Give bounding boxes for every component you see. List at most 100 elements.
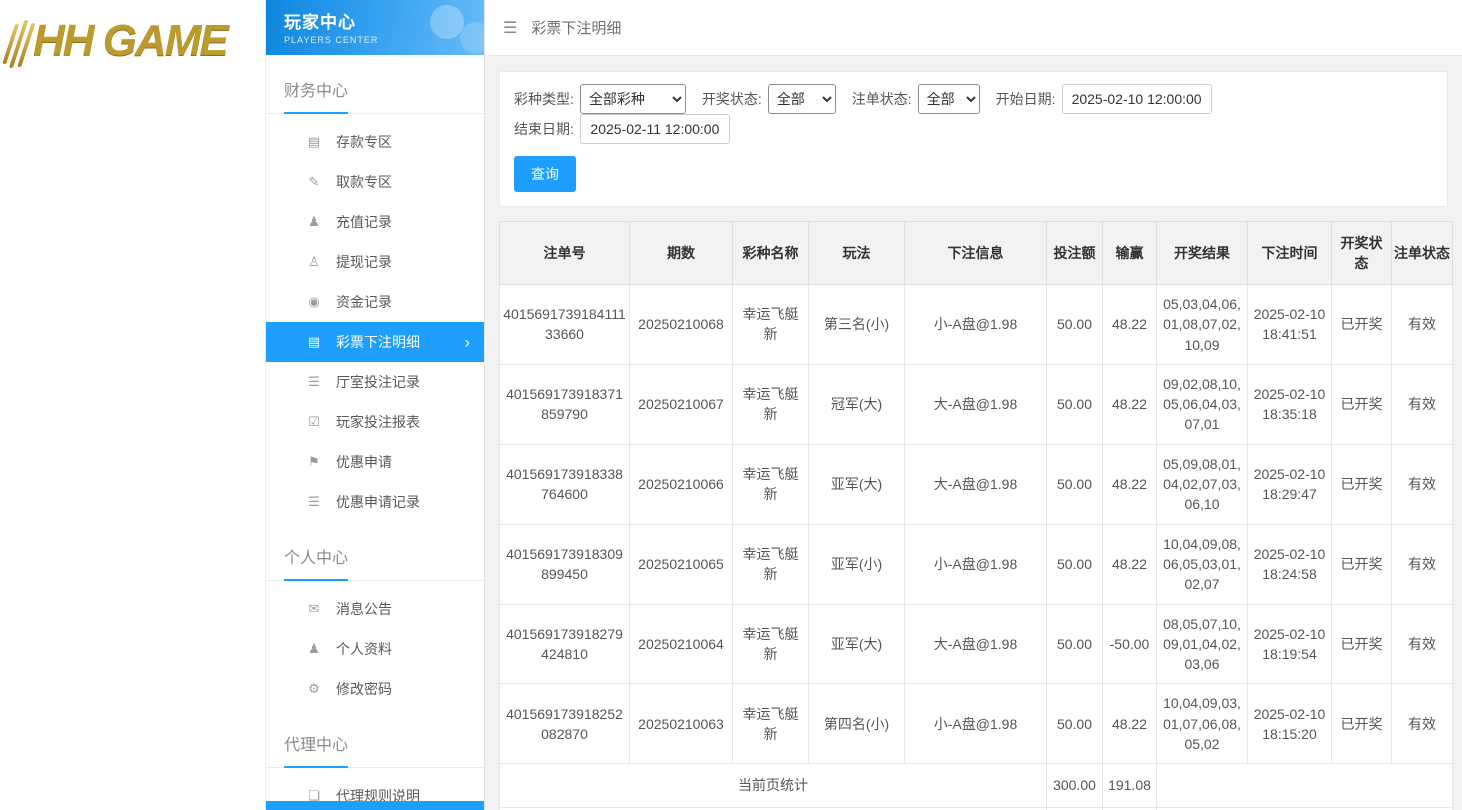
bet-info-cell: 大-A盘@1.98 <box>905 604 1047 684</box>
bet-time-cell: 2025-02-10 18:29:47 <box>1248 444 1332 524</box>
order-status-cell: 有效 <box>1392 684 1453 764</box>
start-date-input[interactable] <box>1062 84 1212 114</box>
sidebar-item-label: 修改密码 <box>336 679 392 699</box>
sidebar-item-change-password[interactable]: ⚙ 修改密码 <box>266 669 484 709</box>
sidebar-item-label: 资金记录 <box>336 292 392 312</box>
filter-row: 彩种类型: 全部彩种 开奖状态: 全部 注单状态: <box>514 84 1433 144</box>
bet-time-cell: 2025-02-10 18:15:20 <box>1248 684 1332 764</box>
sidebar: 玩家中心 PLAYERS CENTER 财务中心 ▤存款专区✎取款专区♟充值记录♙… <box>265 0 485 810</box>
sidebar-item-lottery-bet-details[interactable]: ▤彩票下注明细› <box>266 322 484 362</box>
bet-info-cell: 大-A盘@1.98 <box>905 444 1047 524</box>
sidebar-header: 玩家中心 PLAYERS CENTER <box>266 0 484 55</box>
sidebar-item-recharge-records[interactable]: ♟充值记录 <box>266 202 484 242</box>
nav-section-title: 代理中心 <box>266 721 484 768</box>
funds-records-icon: ◉ <box>306 294 322 310</box>
bet-time-cell: 2025-02-10 18:35:18 <box>1248 364 1332 444</box>
sidebar-item-withdrawal-records[interactable]: ♙提现记录 <box>266 242 484 282</box>
column-header: 期数 <box>630 222 733 285</box>
order-status-cell: 有效 <box>1392 285 1453 365</box>
sidebar-title: 玩家中心 <box>284 8 484 33</box>
win-loss-cell: -50.00 <box>1103 604 1157 684</box>
content: 彩种类型: 全部彩种 开奖状态: 全部 注单状态: <box>485 56 1462 810</box>
main-area: ☰ 彩票下注明细 彩种类型: 全部彩种 开奖状态: 全部 <box>485 0 1462 810</box>
lottery-type-label: 彩种类型: <box>514 89 574 109</box>
period-cell: 20250210063 <box>630 684 733 764</box>
hamburger-menu-icon[interactable]: ☰ <box>503 18 517 38</box>
sidebar-item-hall-bet-records[interactable]: ☰厅室投注记录 <box>266 362 484 402</box>
sidebar-item-label: 代理规则说明 <box>336 786 420 806</box>
summary-win-loss-cell: 191.08 <box>1103 764 1157 807</box>
sidebar-item-funds-records[interactable]: ◉ 资金记录 <box>266 282 484 322</box>
amount-cell: 50.00 <box>1047 285 1103 365</box>
period-cell: 20250210064 <box>630 604 733 684</box>
play-cell: 第四名(小) <box>809 684 905 764</box>
draw-status-cell: 已开奖 <box>1332 285 1392 365</box>
win-loss-cell: 48.22 <box>1103 364 1157 444</box>
bet-id-cell: 401569173918309899450 <box>500 524 630 604</box>
sidebar-item-label: 彩票下注明细 <box>336 332 420 352</box>
lottery-cell: 幸运飞艇新 <box>733 684 809 764</box>
sidebar-nav: 财务中心 ▤存款专区✎取款专区♟充值记录♙提现记录 ◉ 资金记录 ▤彩票下注明细›☰厅室… <box>266 55 484 810</box>
bet-info-cell: 小-A盘@1.98 <box>905 684 1047 764</box>
lottery-type-filter: 彩种类型: 全部彩种 <box>514 84 686 114</box>
sidebar-item-label: 个人资料 <box>336 639 392 659</box>
column-header: 下注时间 <box>1248 222 1332 285</box>
order-status-cell: 有效 <box>1392 364 1453 444</box>
table-body: 40156917391841113366020250210068幸运飞艇新第三名… <box>500 285 1453 810</box>
table-header-row: 注单号期数彩种名称玩法下注信息投注额输赢开奖结果下注时间开奖状态注单状态 <box>500 222 1453 285</box>
nav-section-title: 财务中心 <box>266 67 484 114</box>
order-status-cell: 有效 <box>1392 604 1453 684</box>
sidebar-item-profile[interactable]: ♟个人资料 <box>266 629 484 669</box>
order-status-filter: 注单状态: 全部 <box>852 84 980 114</box>
draw-status-label: 开奖状态: <box>702 89 762 109</box>
sidebar-item-label: 提现记录 <box>336 252 392 272</box>
bet-time-cell: 2025-02-10 18:41:51 <box>1248 285 1332 365</box>
draw-status-select[interactable]: 全部 <box>768 84 836 114</box>
bet-info-cell: 小-A盘@1.98 <box>905 285 1047 365</box>
play-cell: 亚军(大) <box>809 444 905 524</box>
gear-icon: ⚙ <box>306 681 322 697</box>
bet-time-cell: 2025-02-10 18:19:54 <box>1248 604 1332 684</box>
sidebar-subtitle: PLAYERS CENTER <box>284 35 484 45</box>
sidebar-item-promo-apply[interactable]: ⚑优惠申请 <box>266 442 484 482</box>
page: HH GAME 玩家中心 PLAYERS CENTER 财务中心▤存款专区✎取款… <box>0 0 1462 810</box>
sidebar-item-player-bet-report[interactable]: ☑玩家投注报表 <box>266 402 484 442</box>
result-cell: 09,02,08,10,05,06,04,03,07,01 <box>1157 364 1248 444</box>
amount-cell: 50.00 <box>1047 444 1103 524</box>
bets-table: 注单号期数彩种名称玩法下注信息投注额输赢开奖结果下注时间开奖状态注单状态 401… <box>499 221 1453 810</box>
sidebar-item-agent-rules[interactable]: ❏代理规则说明 <box>266 776 484 810</box>
table-row: 40156917391825208287020250210063幸运飞艇新第四名… <box>500 684 1453 764</box>
order-status-select[interactable]: 全部 <box>918 84 980 114</box>
query-button[interactable]: 查询 <box>514 156 576 192</box>
result-cell: 10,04,09,08,06,05,03,01,02,07 <box>1157 524 1248 604</box>
column-header: 开奖状态 <box>1332 222 1392 285</box>
lottery-cell: 幸运飞艇新 <box>733 444 809 524</box>
page-summary-row: 当前页统计300.00191.08 <box>500 764 1453 807</box>
filter-panel: 彩种类型: 全部彩种 开奖状态: 全部 注单状态: <box>499 71 1448 207</box>
sidebar-item-announcements[interactable]: ✉消息公告 <box>266 589 484 629</box>
period-cell: 20250210068 <box>630 285 733 365</box>
recharge-records-icon: ♟ <box>306 214 322 230</box>
column-header: 下注信息 <box>905 222 1047 285</box>
bet-id-cell: 401569173918338764600 <box>500 444 630 524</box>
sidebar-item-deposit-zone[interactable]: ▤存款专区 <box>266 122 484 162</box>
column-header: 玩法 <box>809 222 905 285</box>
lottery-type-select[interactable]: 全部彩种 <box>580 84 686 114</box>
period-cell: 20250210067 <box>630 364 733 444</box>
draw-status-cell: 已开奖 <box>1332 444 1392 524</box>
table-row: 40156917391837185979020250210067幸运飞艇新冠军(… <box>500 364 1453 444</box>
period-cell: 20250210066 <box>630 444 733 524</box>
order-status-label: 注单状态: <box>852 89 912 109</box>
announcement-icon: ✉ <box>306 601 322 617</box>
period-cell: 20250210065 <box>630 524 733 604</box>
end-date-input[interactable] <box>580 114 730 144</box>
sidebar-item-promo-apply-records[interactable]: ☰优惠申请记录 <box>266 482 484 522</box>
sidebar-item-label: 厅室投注记录 <box>336 372 420 392</box>
amount-cell: 50.00 <box>1047 524 1103 604</box>
sidebar-item-withdraw-zone[interactable]: ✎取款专区 <box>266 162 484 202</box>
amount-cell: 50.00 <box>1047 364 1103 444</box>
promo-apply-icon: ⚑ <box>306 454 322 470</box>
topbar: ☰ 彩票下注明细 <box>485 0 1462 56</box>
sidebar-item-label: 玩家投注报表 <box>336 412 420 432</box>
deposit-icon: ▤ <box>306 134 322 150</box>
